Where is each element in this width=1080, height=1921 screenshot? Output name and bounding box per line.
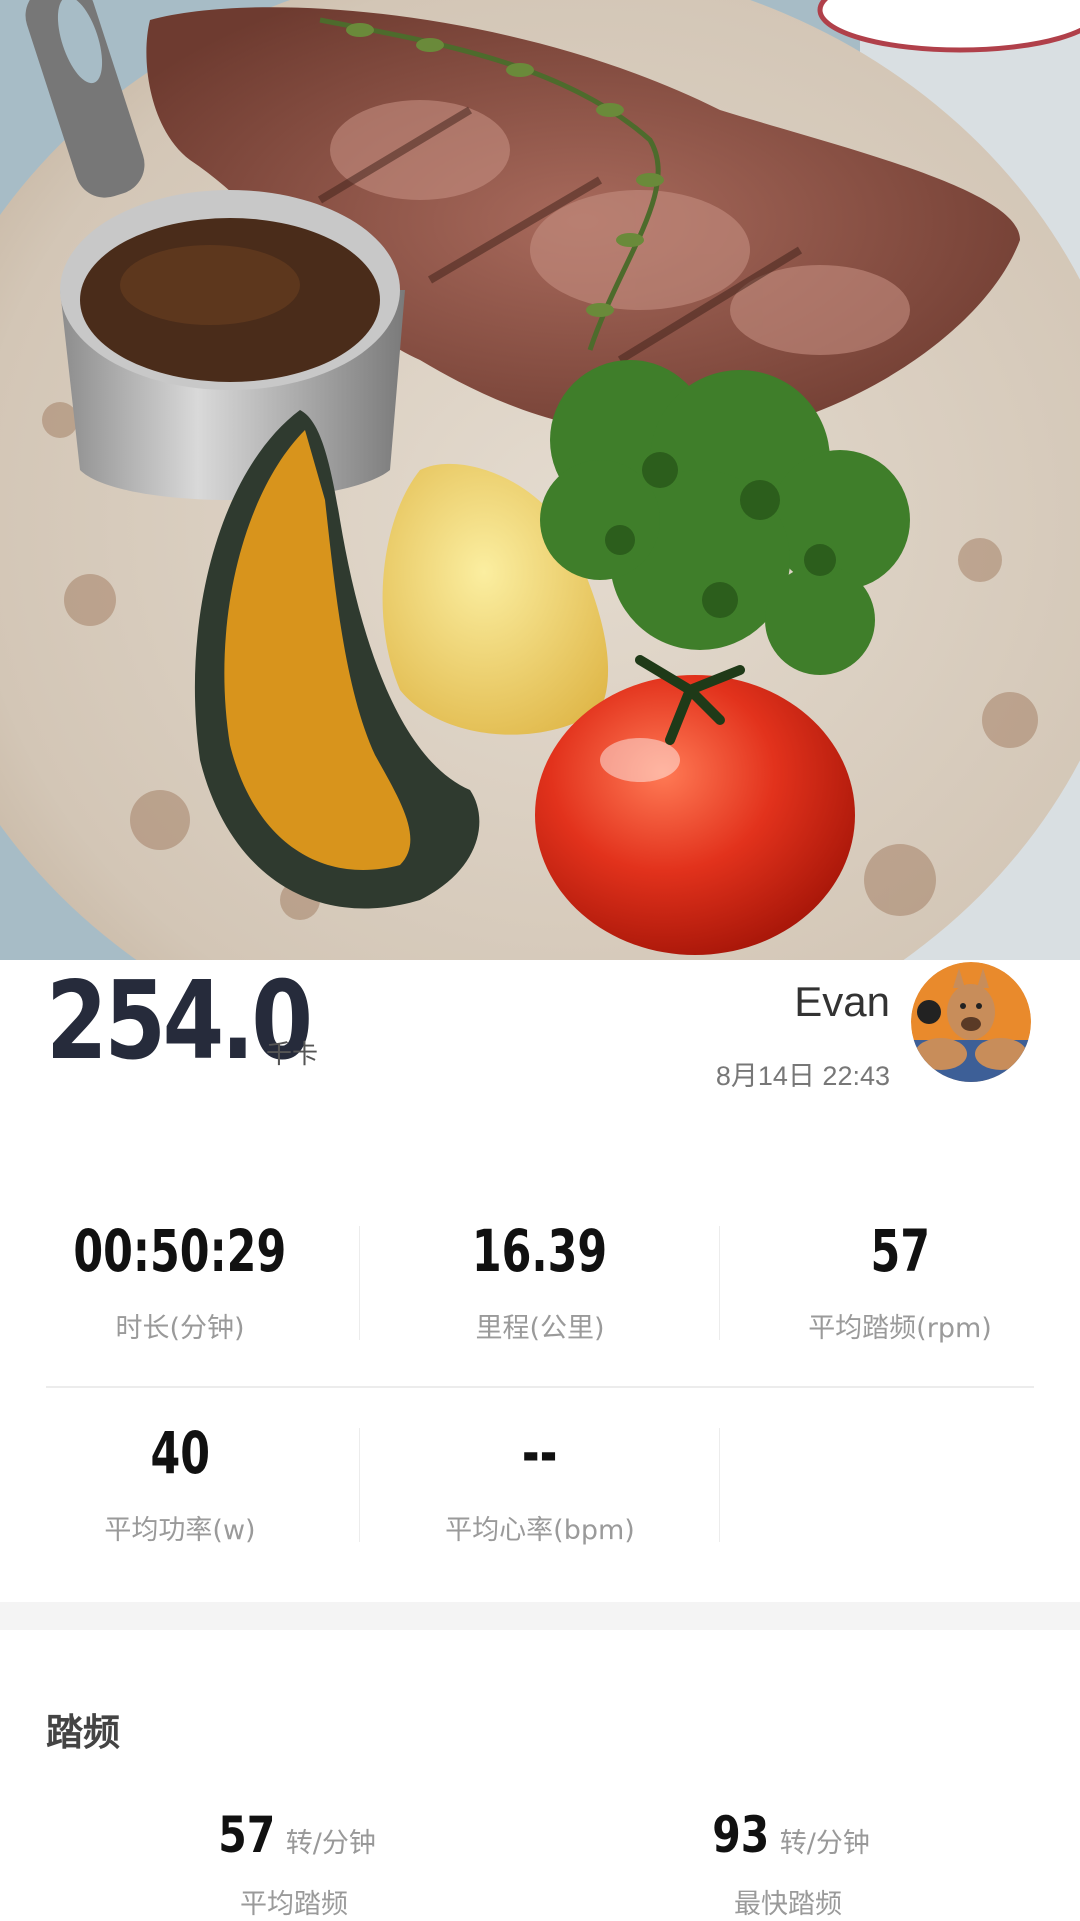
- cadence-avg: 57 转/分钟 平均踏频: [94, 1806, 494, 1921]
- user-avatar[interactable]: [911, 962, 1031, 1082]
- stat-distance: 16.39 里程(公里): [360, 1222, 720, 1345]
- column-divider: [719, 1226, 720, 1340]
- stat-value: 57: [870, 1217, 930, 1285]
- meal-photo: [0, 0, 1080, 960]
- workout-date-time: 8月14日 22:43: [715, 1061, 890, 1091]
- cadence-label: 最快踏频: [734, 1889, 842, 1920]
- stat-label: 时长(分钟): [115, 1313, 245, 1344]
- cadence-label: 平均踏频: [240, 1889, 348, 1920]
- stat-value: 00:50:29: [73, 1217, 287, 1285]
- stat-label: 平均心率(bpm): [445, 1515, 635, 1546]
- cadence-unit: 转/分钟: [779, 1828, 870, 1859]
- stat-avg-cadence: 57 平均踏频(rpm): [720, 1222, 1080, 1345]
- section-separator: [0, 1602, 1080, 1630]
- cadence-value: 57: [218, 1806, 276, 1864]
- column-divider: [359, 1428, 360, 1542]
- stat-value: 16.39: [472, 1217, 608, 1285]
- row-divider: [46, 1386, 1034, 1388]
- cadence-max: 93 转/分钟 最快踏频: [588, 1806, 988, 1921]
- cadence-value: 93: [712, 1806, 770, 1864]
- stat-avg-power: 40 平均功率(w): [0, 1424, 360, 1547]
- stat-duration: 00:50:29 时长(分钟): [0, 1222, 360, 1345]
- cadence-section-title: 踏频: [46, 1711, 120, 1754]
- stat-avg-heart-rate: -- 平均心率(bpm): [360, 1424, 720, 1547]
- stat-label: 平均踏频(rpm): [808, 1313, 992, 1344]
- stat-label: 里程(公里): [475, 1313, 605, 1344]
- stat-label: 平均功率(w): [104, 1515, 256, 1546]
- column-divider: [719, 1428, 720, 1542]
- calories-unit: 千卡: [266, 1040, 319, 1070]
- column-divider: [359, 1226, 360, 1340]
- stat-value: --: [522, 1419, 558, 1487]
- stat-value: 40: [150, 1419, 210, 1487]
- user-name[interactable]: Evan: [794, 978, 890, 1026]
- cadence-unit: 转/分钟: [285, 1828, 376, 1859]
